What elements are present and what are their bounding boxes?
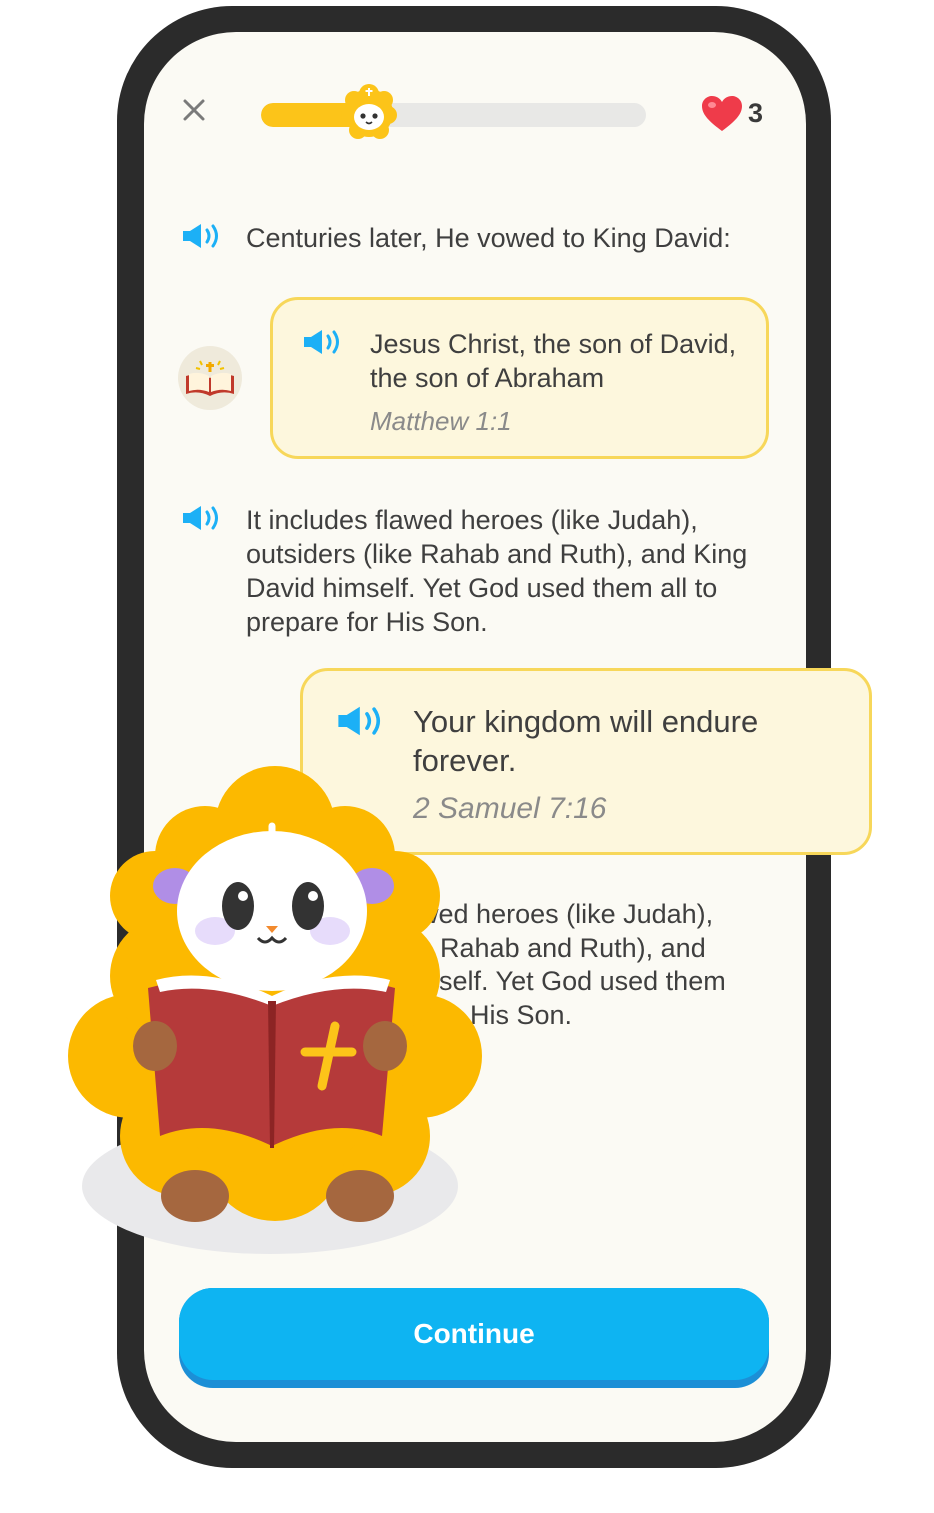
lesson-progress-bar: [261, 103, 646, 127]
narration-line: Centuries later, He vowed to King David:: [246, 223, 731, 253]
hearts-count: 3: [748, 98, 764, 128]
speaker-icon[interactable]: [302, 328, 344, 356]
narration-line: It includes flawed heroes (like Judah), …: [246, 505, 748, 637]
heart-icon: [700, 95, 744, 133]
continue-button-label: Continue: [179, 1288, 769, 1380]
continue-button[interactable]: Continue: [179, 1288, 769, 1388]
sheep-mascot-illustration: [60, 756, 485, 1256]
speaker-icon[interactable]: [336, 704, 386, 738]
speaker-icon[interactable]: [181, 504, 223, 532]
bible-icon: [178, 346, 242, 410]
speaker-icon[interactable]: [181, 222, 223, 250]
obscured-text-line: His Son.: [470, 1000, 573, 1030]
progress-sheep-icon: [338, 82, 400, 144]
verse-reference: Matthew 1:1: [370, 406, 512, 436]
verse-text: Jesus Christ, the son of David, the son …: [370, 329, 737, 393]
close-icon[interactable]: [182, 98, 206, 122]
